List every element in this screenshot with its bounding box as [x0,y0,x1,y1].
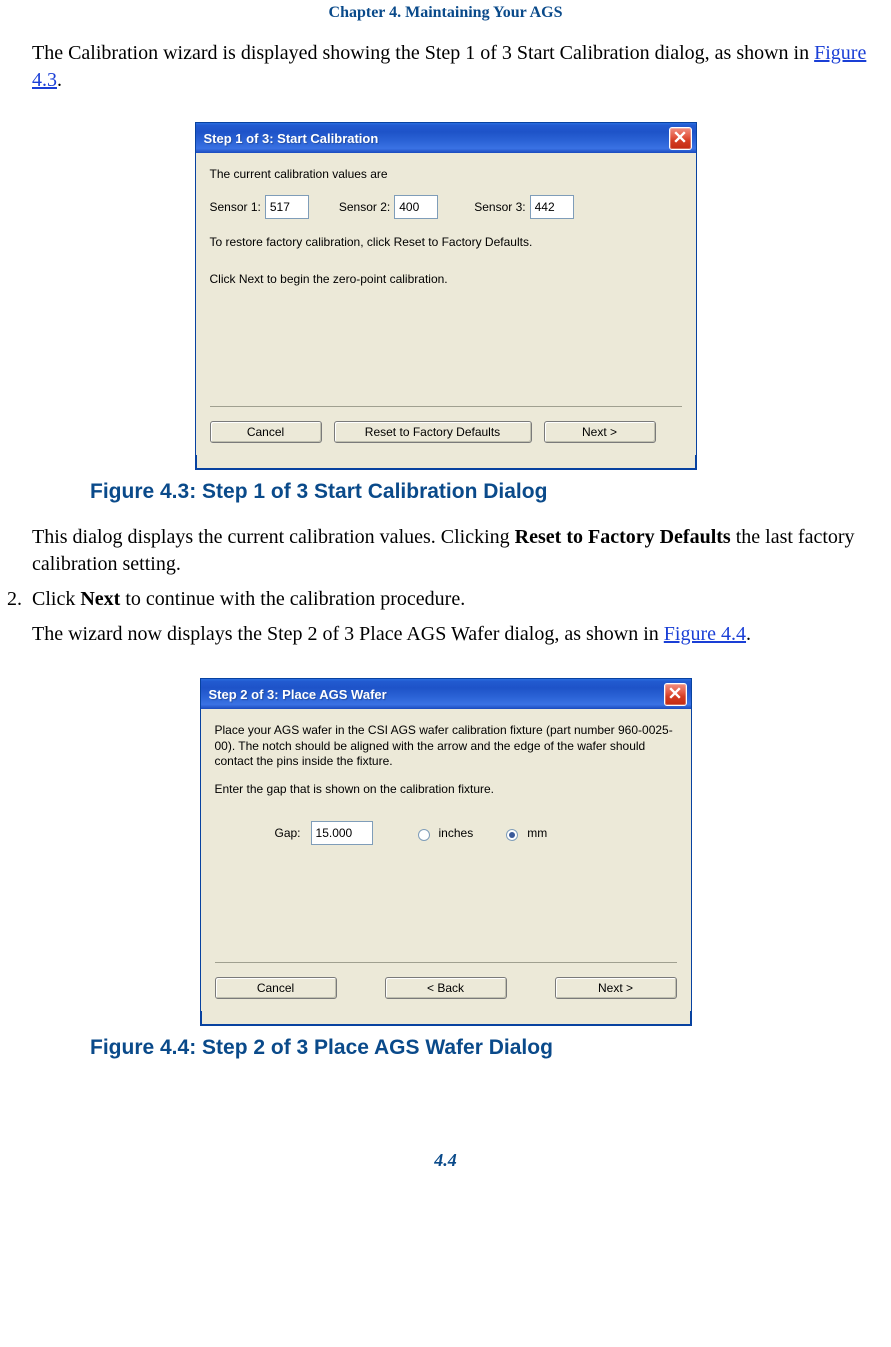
close-icon [674,131,686,146]
next-bold: Next [80,588,120,610]
figure-4-3-caption: Figure 4.3: Step 1 of 3 Start Calibratio… [90,480,871,504]
close-icon [669,687,681,702]
place-wafer-dialog: Step 2 of 3: Place AGS Wafer Place your … [200,678,692,1026]
dialog-title: Step 2 of 3: Place AGS Wafer [209,687,664,702]
sensor-1-label: Sensor 1: [210,200,261,214]
start-calibration-dialog: Step 1 of 3: Start Calibration The curre… [195,122,697,470]
gap-input[interactable] [311,821,373,845]
titlebar: Step 2 of 3: Place AGS Wafer [201,679,691,709]
cancel-button[interactable]: Cancel [215,977,337,999]
sensor-3-label: Sensor 3: [474,200,525,214]
enter-gap-instruction: Enter the gap that is shown on the calib… [215,782,677,798]
place-wafer-instruction: Place your AGS wafer in the CSI AGS wafe… [215,723,677,770]
mm-label: mm [527,826,547,840]
after-dialog1-paragraph: This dialog displays the current calibra… [32,524,871,578]
page-number: 4.4 [20,1150,871,1171]
figure-4-4-link[interactable]: Figure 4.4 [664,623,746,645]
chapter-header: Chapter 4. Maintaining Your AGS [20,4,871,22]
sensor-2-input[interactable] [394,195,438,219]
divider [215,962,677,963]
reset-to-factory-button[interactable]: Reset to Factory Defaults [334,421,532,443]
cancel-button[interactable]: Cancel [210,421,322,443]
unit-mm-radio[interactable]: mm [501,826,547,841]
intro-text-after: . [57,69,62,91]
intro-text: The Calibration wizard is displayed show… [32,42,814,64]
next-button[interactable]: Next > [555,977,677,999]
text: to continue with the calibration procedu… [120,588,465,610]
step-2-text: Click Next to continue with the calibrat… [32,586,871,613]
figure-4-4-caption: Figure 4.4: Step 2 of 3 Place AGS Wafer … [90,1036,871,1060]
gap-label: Gap: [275,826,301,840]
titlebar: Step 1 of 3: Start Calibration [196,123,696,153]
restore-factory-text: To restore factory calibration, click Re… [210,235,682,251]
text: Click [32,588,80,610]
next-button[interactable]: Next > [544,421,656,443]
text: . [746,623,751,645]
reset-bold: Reset to Factory Defaults [515,526,731,548]
unit-inches-radio[interactable]: inches [413,826,474,841]
click-next-text: Click Next to begin the zero-point calib… [210,272,682,288]
wizard-step2-intro: The wizard now displays the Step 2 of 3 … [32,621,871,648]
sensor-1-input[interactable] [265,195,309,219]
divider [210,406,682,407]
current-values-label: The current calibration values are [210,167,682,183]
dialog-title: Step 1 of 3: Start Calibration [204,131,669,146]
text: This dialog displays the current calibra… [32,526,515,548]
close-button[interactable] [664,683,687,706]
intro-paragraph: The Calibration wizard is displayed show… [32,40,871,94]
back-button[interactable]: < Back [385,977,507,999]
close-button[interactable] [669,127,692,150]
step-number-2: 2. [2,586,32,613]
sensor-2-label: Sensor 2: [339,200,390,214]
text: The wizard now displays the Step 2 of 3 … [32,623,664,645]
inches-label: inches [439,826,474,840]
sensor-3-input[interactable] [530,195,574,219]
